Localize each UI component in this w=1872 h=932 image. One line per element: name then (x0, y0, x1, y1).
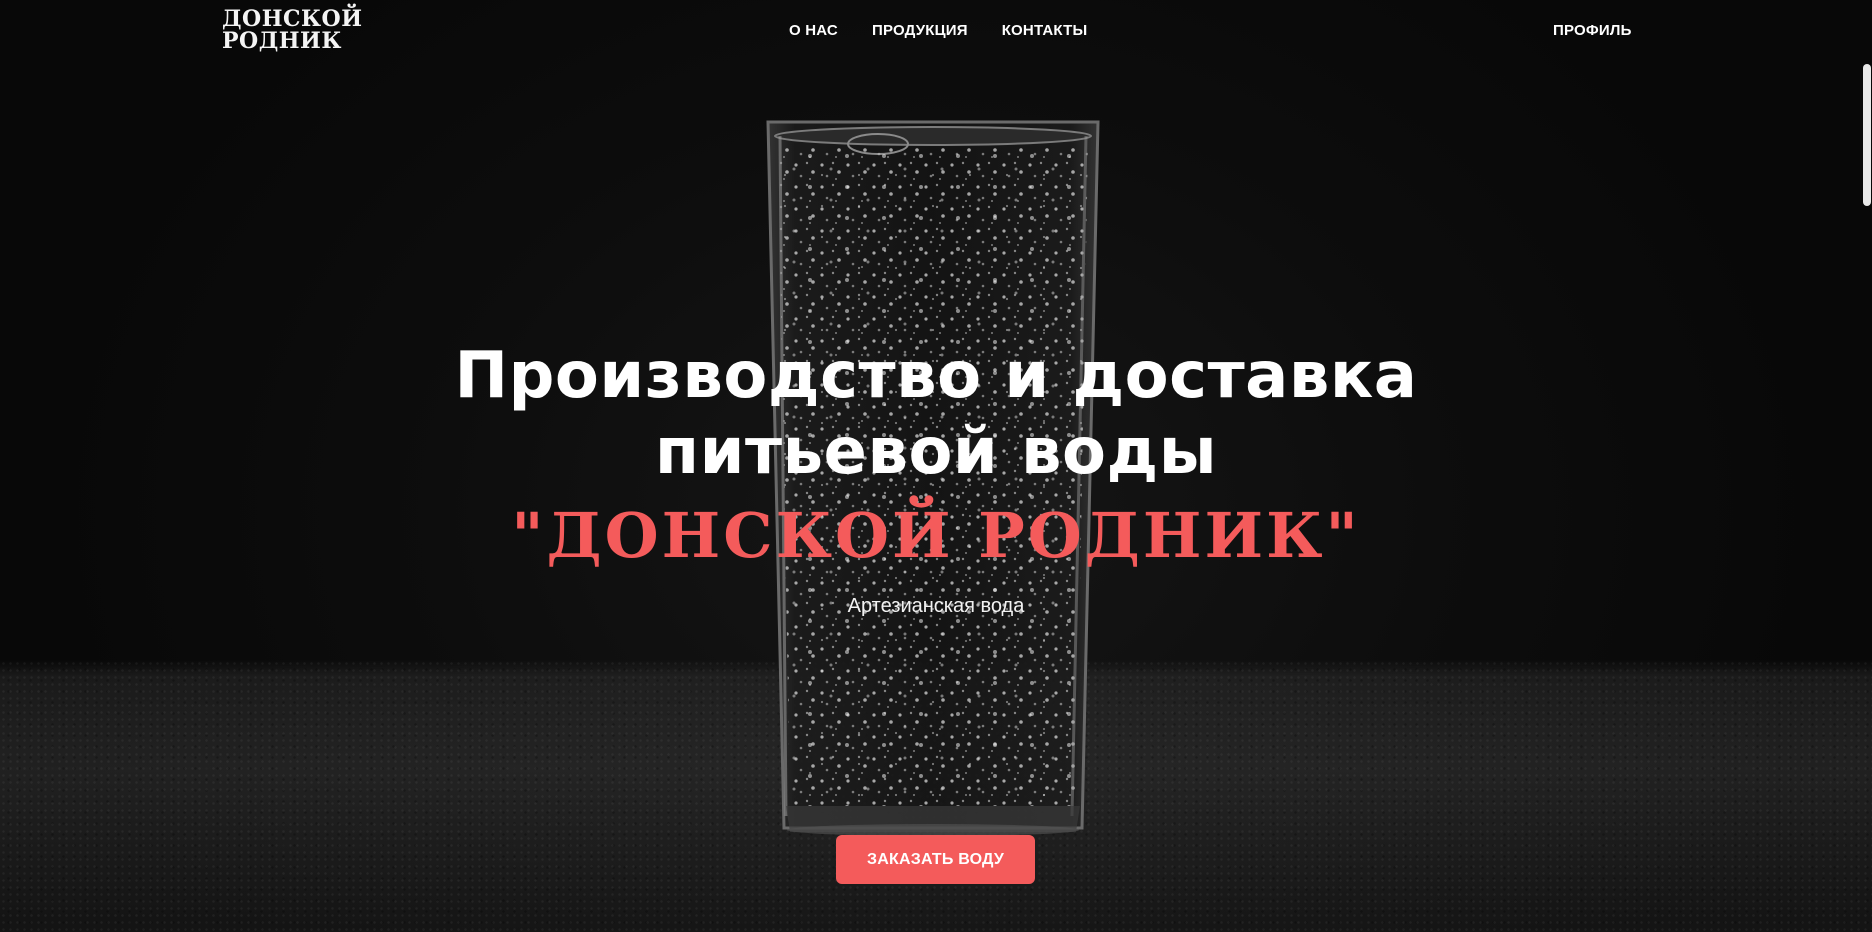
nav-link-contacts[interactable]: Контакты (1002, 22, 1088, 39)
page: Донской Родник О нас Продукция Контакты … (0, 0, 1872, 932)
profile-link[interactable]: Профиль (1553, 22, 1632, 39)
main-nav: О нас Продукция Контакты (789, 22, 1087, 39)
hero-section: Производство и доставка питьевой воды "Д… (0, 338, 1872, 618)
logo-line-1: Донской (222, 6, 363, 32)
logo-line-2: Родник (222, 28, 342, 54)
brand-logo[interactable]: Донской Родник (222, 6, 363, 56)
hero-brand-name: "Донской Родник" (511, 499, 1361, 572)
order-water-button[interactable]: Заказать воду (836, 835, 1035, 884)
page-scrollbar[interactable] (1860, 0, 1872, 932)
scrollbar-thumb[interactable] (1863, 64, 1871, 206)
hero-title-line-2: питьевой воды (654, 415, 1218, 489)
hero-title: Производство и доставка питьевой воды (0, 338, 1872, 490)
nav-link-about[interactable]: О нас (789, 22, 838, 39)
hero-subtitle: Артезианская вода (847, 595, 1025, 617)
site-header: Донской Родник О нас Продукция Контакты … (0, 0, 1872, 64)
hero-title-line-1: Производство и доставка (454, 339, 1418, 413)
nav-link-products[interactable]: Продукция (872, 22, 968, 39)
